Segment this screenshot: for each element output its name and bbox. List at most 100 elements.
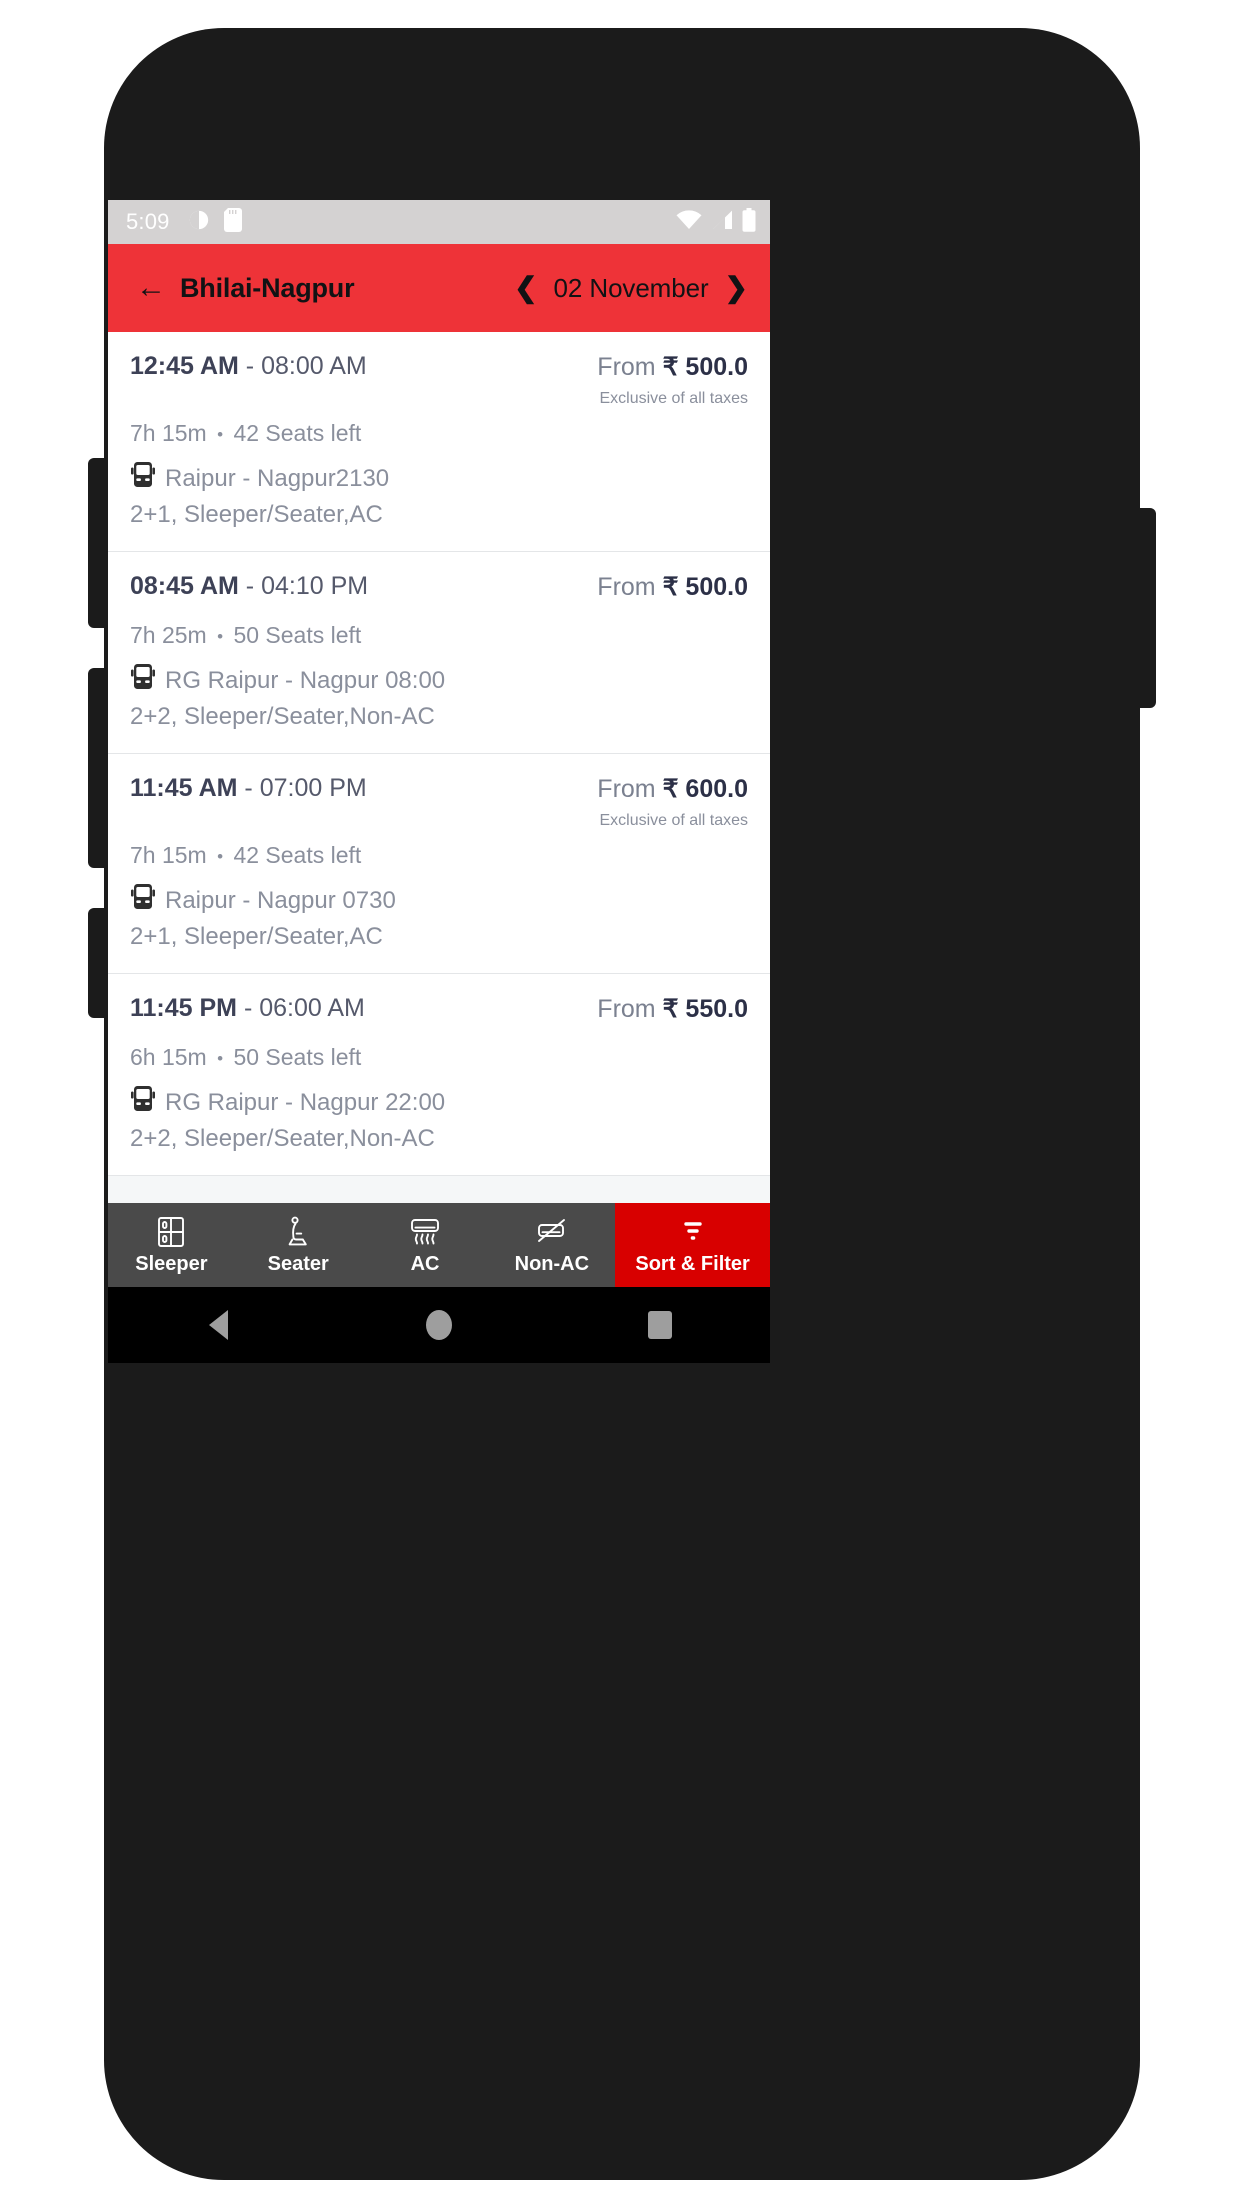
back-arrow-icon[interactable]: ← [136,273,166,303]
arrival-time: 06:00 AM [259,994,365,1022]
card-header-row: 11:45 AM - 07:00 PM From ₹ 600.0 Exclusi… [130,774,748,830]
card-header-row: 08:45 AM - 04:10 PM From ₹ 500.0 [130,572,748,610]
filter-bar: Sleeper Seater AC Non-AC Sort & Filter [108,1203,770,1287]
sort-and-filter-label: Sort & Filter [635,1252,750,1275]
power-button[interactable] [1136,508,1156,708]
bus-result-card[interactable]: 08:45 AM - 04:10 PM From ₹ 500.0 7h 25m … [108,552,770,754]
seats-left: 50 Seats left [233,622,362,648]
bus-icon [130,883,156,918]
seats-left: 50 Seats left [233,1044,362,1070]
date-selector: ❮ 02 November ❯ [514,273,748,304]
bus-result-card[interactable]: 12:45 AM - 08:00 AM From ₹ 500.0 Exclusi… [108,332,770,552]
price-amount: ₹ 500.0 [662,353,748,381]
air-conditioner-icon [409,1215,441,1249]
time-separator: - [243,994,253,1022]
tax-note: Exclusive of all taxes [599,812,748,829]
card-header-row: 12:45 AM - 08:00 AM From ₹ 500.0 Exclusi… [130,352,748,408]
volume-up-button[interactable] [88,458,108,628]
air-conditioner-crossed-icon [535,1215,569,1249]
bus-icon [130,1085,156,1120]
tax-note: Exclusive of all taxes [599,390,748,407]
price-column: From ₹ 500.0 Exclusive of all taxes [597,352,748,408]
sort-and-filter-button[interactable]: Sort & Filter [615,1203,770,1287]
price-prefix-label: From [597,573,656,601]
seating-layout: 2+2, Sleeper/Seater,Non-AC [130,1125,435,1152]
seat-icon [283,1215,313,1249]
price-line: From ₹ 500.0 [597,572,748,602]
price-prefix-label: From [597,775,656,803]
bullet-separator: • [217,424,224,444]
sd-card-icon [223,207,242,237]
bullet-separator: • [217,1048,224,1068]
list-empty-space [108,1176,770,1203]
chevron-left-icon[interactable]: ❮ [514,274,537,302]
filter-non-ac-button[interactable]: Non-AC [488,1203,615,1287]
selected-date-label[interactable]: 02 November [554,273,709,304]
volume-down-button[interactable] [88,668,108,868]
trip-duration: 6h 15m [130,1044,207,1070]
trip-duration: 7h 15m [130,842,207,868]
filter-seater-button[interactable]: Seater [235,1203,362,1287]
filter-sleeper-label: Sleeper [135,1252,208,1275]
departure-time: 11:45 AM [130,774,238,802]
journey-times: 08:45 AM - 04:10 PM [130,572,368,601]
back-triangle-icon [208,1310,228,1340]
price-line: From ₹ 500.0 [597,352,748,382]
price-column: From ₹ 600.0 Exclusive of all taxes [597,774,748,830]
time-separator: - [244,774,253,802]
departure-time: 11:45 PM [130,994,238,1022]
recents-square-icon [647,1311,672,1339]
duration-seats-row: 6h 15m • 50 Seats left [130,1044,748,1071]
time-separator: - [245,352,255,380]
departure-time: 08:45 AM [130,572,239,600]
operator-row: Raipur - Nagpur2130 [130,461,748,496]
seating-layout: 2+1, Sleeper/Seater,AC [130,923,383,950]
bullet-separator: • [217,626,224,646]
alarm-icon [188,209,210,236]
seating-layout: 2+1, Sleeper/Seater,AC [130,501,383,528]
operator-name: RG Raipur - Nagpur 22:00 [165,1088,446,1116]
filter-ac-button[interactable]: AC [362,1203,489,1287]
bus-results-list[interactable]: 12:45 AM - 08:00 AM From ₹ 500.0 Exclusi… [108,332,770,1203]
departure-time: 12:45 AM [130,352,239,380]
price-column: From ₹ 500.0 [597,572,748,610]
bullet-separator: • [217,846,224,866]
bus-icon [130,663,156,698]
time-separator: - [245,572,255,600]
chevron-right-icon[interactable]: ❯ [725,274,748,302]
seating-layout: 2+2, Sleeper/Seater,Non-AC [130,703,435,730]
price-line: From ₹ 550.0 [597,994,748,1024]
filter-sleeper-button[interactable]: Sleeper [108,1203,235,1287]
seats-left: 42 Seats left [233,420,362,446]
journey-times: 11:45 PM - 06:00 AM [130,994,365,1023]
operator-row: RG Raipur - Nagpur 08:00 [130,663,748,698]
phone-screen: 5:09 ← Bhilai-Nagpur ❮ 02 November ❯ 12:… [108,200,770,1363]
nav-recents-button[interactable] [600,1311,720,1339]
journey-times: 12:45 AM - 08:00 AM [130,352,367,381]
status-bar: 5:09 [108,200,770,244]
card-header-row: 11:45 PM - 06:00 AM From ₹ 550.0 [130,994,748,1032]
price-amount: ₹ 500.0 [662,573,748,601]
bus-result-card[interactable]: 11:45 AM - 07:00 PM From ₹ 600.0 Exclusi… [108,754,770,974]
operator-name: RG Raipur - Nagpur 08:00 [165,666,446,694]
nav-home-button[interactable] [379,1310,499,1340]
mute-switch-button[interactable] [88,908,108,1018]
filter-non-ac-label: Non-AC [514,1252,590,1275]
duration-seats-row: 7h 25m • 50 Seats left [130,622,748,649]
bus-result-card[interactable]: 11:45 PM - 06:00 AM From ₹ 550.0 6h 15m … [108,974,770,1176]
price-amount: ₹ 600.0 [662,775,748,803]
duration-seats-row: 7h 15m • 42 Seats left [130,420,748,447]
filter-ac-label: AC [410,1252,440,1275]
home-circle-icon [425,1310,452,1340]
status-bar-right-icons [676,207,756,237]
operator-row: RG Raipur - Nagpur 22:00 [130,1085,748,1120]
operator-name: Raipur - Nagpur 0730 [165,886,396,914]
price-prefix-label: From [597,353,656,381]
app-bar: ← Bhilai-Nagpur ❮ 02 November ❯ [108,244,770,332]
price-prefix-label: From [597,995,656,1023]
status-bar-left-icons [188,207,242,237]
operator-name: Raipur - Nagpur2130 [165,464,390,492]
page-title: Bhilai-Nagpur [180,272,355,303]
arrival-time: 04:10 PM [261,572,369,600]
nav-back-button[interactable] [158,1310,278,1340]
